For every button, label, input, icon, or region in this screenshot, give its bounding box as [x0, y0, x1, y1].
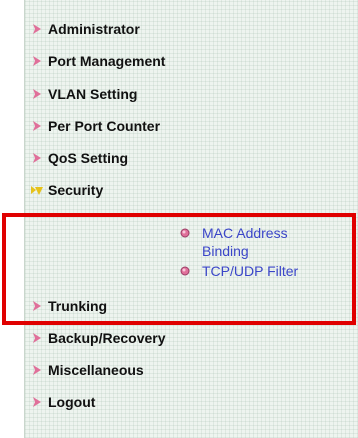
menu-item-backup-recovery[interactable]: Backup/Recovery [30, 327, 166, 349]
menu-item-label: Security [48, 182, 104, 198]
pink-arrow-icon [30, 363, 44, 377]
menu-item-administrator[interactable]: Administrator [30, 18, 140, 40]
menu-item-qos-setting[interactable]: QoS Setting [30, 147, 128, 169]
pink-arrow-icon [30, 331, 44, 345]
menu-item-logout[interactable]: Logout [30, 391, 95, 413]
menu-item-per-port-counter[interactable]: Per Port Counter [30, 115, 160, 137]
submenu-item-label: TCP/UDP Filter [202, 263, 299, 279]
pink-arrow-icon [30, 87, 44, 101]
bullet-icon [180, 266, 190, 276]
submenu-item-mac-address-binding[interactable]: MAC Address Binding [180, 224, 312, 260]
menu-item-label: VLAN Setting [48, 86, 138, 102]
menu-item-label: Backup/Recovery [48, 330, 166, 346]
bullet-icon [180, 228, 190, 238]
yellow-expanded-arrow-icon [30, 183, 44, 197]
pink-arrow-icon [30, 299, 44, 313]
menu-item-miscellaneous[interactable]: Miscellaneous [30, 359, 144, 381]
menu-item-port-management[interactable]: Port Management [30, 50, 165, 72]
submenu-item-tcp-udp-filter[interactable]: TCP/UDP Filter [180, 262, 298, 280]
menu-item-trunking[interactable]: Trunking [30, 295, 107, 317]
menu-item-label: Logout [48, 394, 96, 410]
menu-item-label: Trunking [48, 298, 108, 314]
pink-arrow-icon [30, 119, 44, 133]
pink-arrow-icon [30, 22, 44, 36]
pink-arrow-icon [30, 151, 44, 165]
submenu-item-label: MAC Address Binding [202, 225, 288, 259]
menu-item-label: Port Management [48, 53, 166, 69]
menu-item-label: QoS Setting [48, 150, 129, 166]
menu-item-label: Miscellaneous [48, 362, 144, 378]
menu-item-security[interactable]: Security [30, 179, 103, 201]
pink-arrow-icon [30, 54, 44, 68]
menu-item-label: Per Port Counter [48, 118, 161, 134]
menu-item-vlan-setting[interactable]: VLAN Setting [30, 83, 137, 105]
pink-arrow-icon [30, 395, 44, 409]
menu-item-label: Administrator [48, 21, 140, 37]
